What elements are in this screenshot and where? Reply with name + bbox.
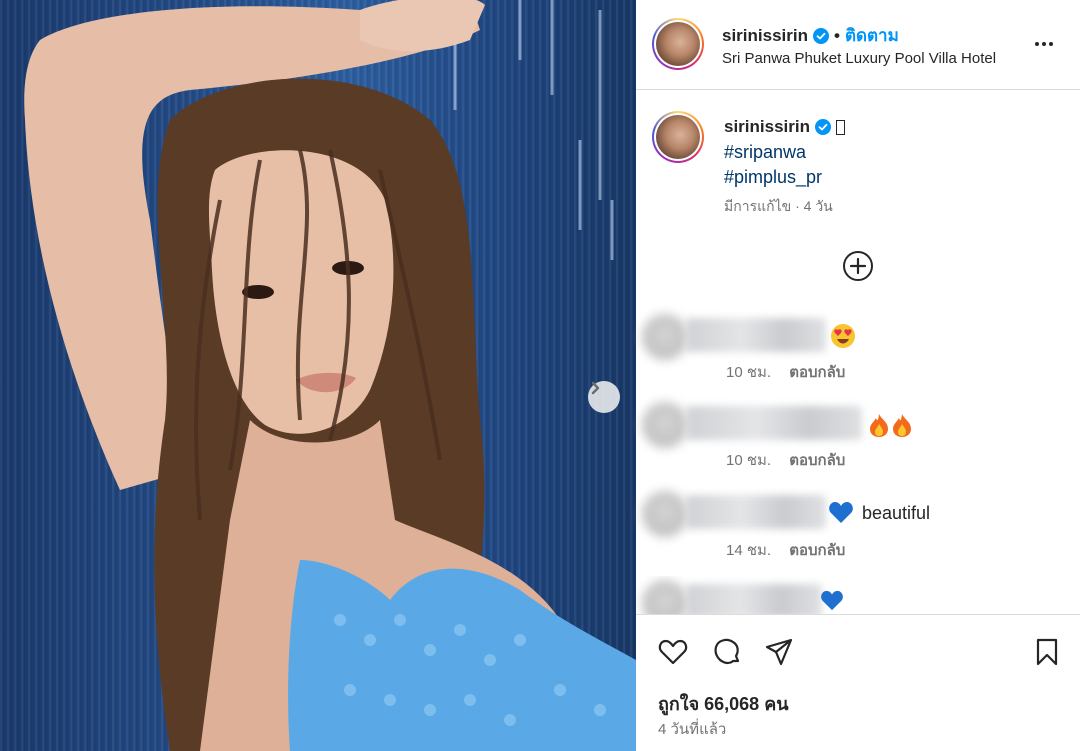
comment-avatar[interactable] [642, 402, 688, 448]
comment-time: 10 ชม. [726, 452, 772, 469]
post-actions: ถูกใจ 66,068 คน 4 วันที่แล้ว [636, 614, 1080, 751]
next-photo-button[interactable] [588, 381, 620, 413]
heart-eyes-emoji-icon [831, 324, 855, 348]
heart-icon[interactable] [658, 637, 688, 667]
comment-time: 10 ชม. [726, 364, 772, 381]
fire-emoji-icon [870, 414, 911, 437]
blurred-comment-text [686, 406, 862, 440]
verified-badge-icon [812, 27, 829, 44]
blurred-comment-text [686, 584, 822, 614]
comment-avatar[interactable] [642, 491, 688, 537]
blue-heart-emoji-icon [829, 502, 853, 523]
blurred-comment-text [686, 495, 826, 529]
bookmark-icon[interactable] [1032, 637, 1062, 667]
load-more-comments-icon[interactable] [842, 250, 874, 282]
photo-illustration [24, 0, 636, 751]
comment-time: 14 ชม. [726, 542, 772, 559]
reply-button[interactable]: ตอบกลับ [789, 542, 845, 559]
dot-icon [1035, 42, 1039, 46]
caption-username[interactable]: sirinissirin [724, 117, 810, 137]
chevron-right-icon [591, 381, 600, 395]
unrendered-glyph [835, 119, 845, 135]
blue-heart-emoji-icon [821, 590, 843, 611]
post-side-panel: sirinissirin • ติดตาม Sri Panwa Phuket L… [636, 0, 1080, 751]
more-options-button[interactable] [1030, 34, 1058, 54]
post-photo[interactable] [0, 0, 636, 751]
caption-meta: มีการแก้ไข · 4 วัน [724, 198, 833, 214]
share-icon[interactable] [764, 637, 794, 667]
verified-badge-icon [814, 119, 831, 135]
like-count[interactable]: ถูกใจ 66,068 คน [658, 689, 789, 718]
dot-icon [1042, 42, 1046, 46]
post-timestamp: 4 วันที่แล้ว [658, 721, 727, 738]
blurred-comment-text [686, 318, 826, 352]
comment-text: beautiful [862, 503, 931, 523]
location-link[interactable]: Sri Panwa Phuket Luxury Pool Villa Hotel [722, 50, 1014, 67]
header-username[interactable]: sirinissirin [722, 26, 808, 46]
reply-button[interactable]: ตอบกลับ [789, 364, 845, 381]
caption-avatar[interactable] [652, 111, 704, 163]
comment-icon[interactable] [712, 637, 742, 667]
comment-avatar[interactable] [642, 580, 688, 614]
post-header: sirinissirin • ติดตาม Sri Panwa Phuket L… [636, 0, 1080, 90]
reply-button[interactable]: ตอบกลับ [789, 452, 845, 469]
avatar[interactable] [652, 18, 704, 70]
hashtag-link[interactable]: #pimplus_pr [724, 167, 822, 188]
follow-button[interactable]: ติดตาม [845, 22, 899, 49]
separator-dot: • [833, 25, 840, 45]
comment-avatar[interactable] [642, 314, 688, 360]
dot-icon [1049, 42, 1053, 46]
hashtag-link[interactable]: #sripanwa [724, 142, 806, 163]
comment-item [636, 576, 1080, 614]
